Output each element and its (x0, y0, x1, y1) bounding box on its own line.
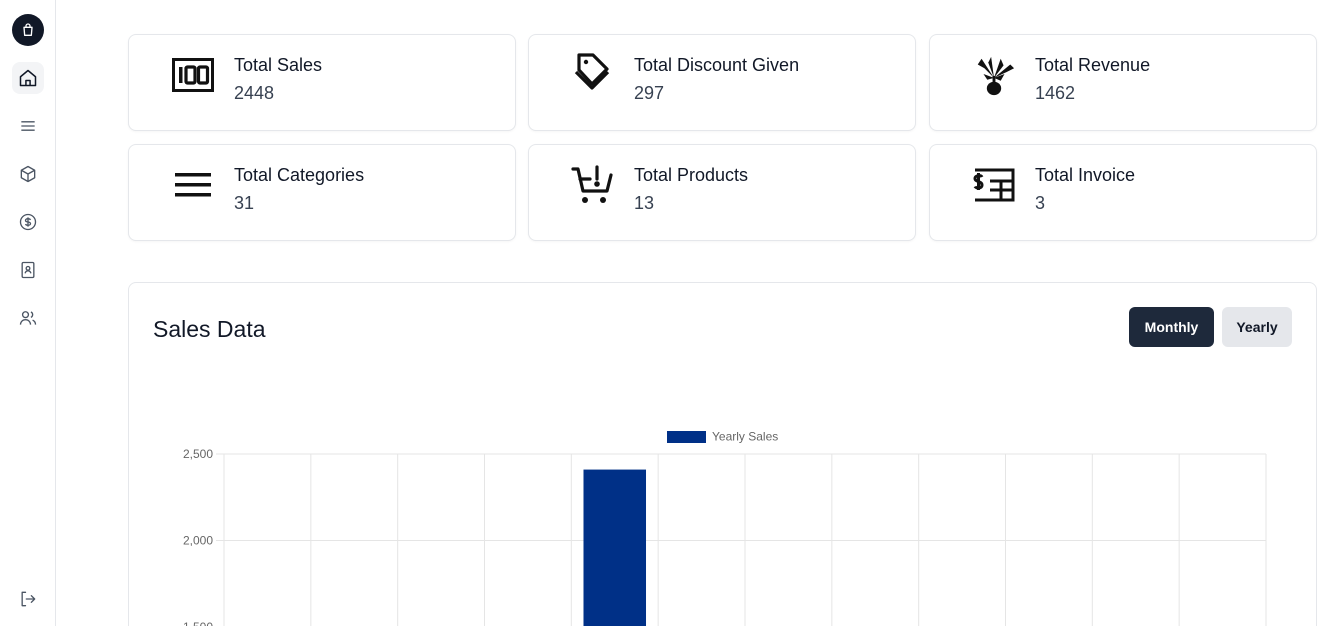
nav-users[interactable] (12, 302, 44, 334)
y-tick-label: 1,500 (183, 620, 213, 626)
card-value: 297 (634, 83, 665, 103)
card-total-revenue: Total Revenue 1462 (929, 34, 1317, 131)
nav-menu[interactable] (12, 110, 44, 142)
tags-icon (571, 53, 615, 97)
chart-legend[interactable]: Yearly Sales (667, 430, 778, 444)
bar-yearly-sales[interactable] (583, 469, 647, 626)
card-value: 1462 (1035, 83, 1076, 103)
card-total-invoice: Total Invoice 3 (929, 144, 1317, 241)
box-icon (23, 23, 33, 36)
card-label: Total Categories (234, 165, 365, 185)
card-label: Total Products (634, 165, 749, 185)
nav-logout[interactable] (12, 583, 44, 615)
logout-icon (21, 591, 36, 607)
cash-100-icon (171, 53, 215, 97)
card-label: Total Invoice (1035, 165, 1136, 185)
card-label: Total Sales (234, 55, 323, 75)
nav-products[interactable] (12, 158, 44, 190)
home-icon (19, 69, 37, 87)
y-tick-label: 2,000 (183, 534, 213, 548)
sales-chart: 2,500 2,000 1,500 Yearly Sales (183, 430, 1267, 626)
card-label: Total Discount Given (634, 55, 800, 75)
nav-home[interactable] (12, 62, 44, 94)
cube-icon (20, 165, 36, 183)
menu-lines-icon (171, 163, 215, 207)
legend-swatch (667, 431, 706, 443)
dollar-circle-icon (19, 213, 37, 231)
nav-contacts[interactable] (12, 254, 44, 286)
legend-label: Yearly Sales (712, 430, 778, 444)
card-total-sales: Total Sales 2448 (128, 34, 516, 131)
card-total-categories: Total Categories 31 (128, 144, 516, 241)
invoice-icon (972, 163, 1016, 207)
contact-book-icon (21, 261, 35, 279)
card-label: Total Revenue (1035, 55, 1151, 75)
cart-alert-icon (571, 163, 615, 207)
card-total-products: Total Products 13 (528, 144, 916, 241)
app-logo[interactable] (12, 14, 44, 46)
money-plant-icon (972, 53, 1016, 97)
nav-sales[interactable] (12, 206, 44, 238)
sales-data-panel: Sales Data Monthly Yearly 2,5002,0001,50… (128, 282, 1317, 626)
card-value: 31 (234, 193, 255, 213)
dashboard-app: Total Sales 2448 Total Discount Given 29… (0, 0, 1343, 626)
card-total-discount: Total Discount Given 297 (528, 34, 916, 131)
card-value: 3 (1035, 193, 1046, 213)
sidebar (0, 0, 56, 626)
list-icon (21, 121, 35, 131)
card-value: 2448 (234, 83, 275, 103)
card-value: 13 (634, 193, 655, 213)
users-icon (19, 311, 37, 325)
y-tick-label: 2,500 (183, 447, 213, 461)
